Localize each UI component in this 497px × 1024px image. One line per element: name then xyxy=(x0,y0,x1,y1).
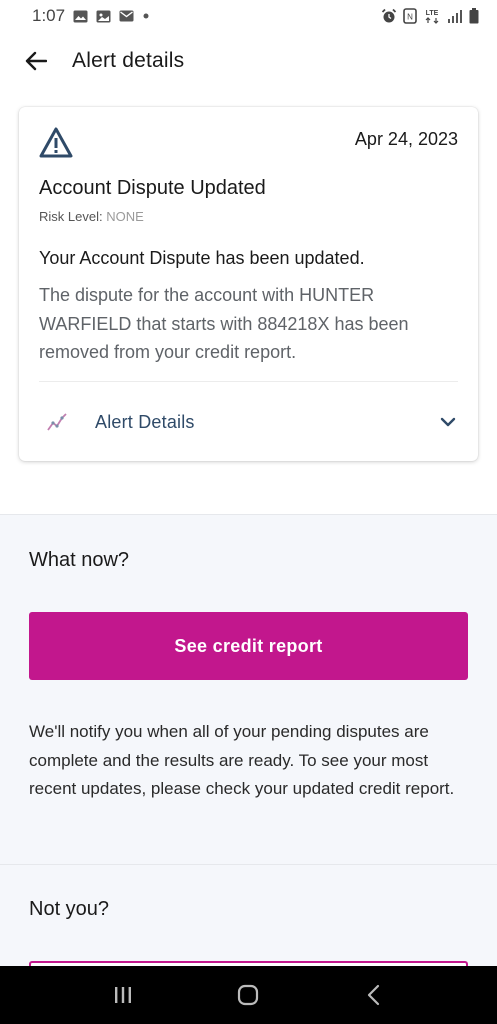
alert-body: The dispute for the account with HUNTER … xyxy=(39,285,409,362)
not-you-section: Not you? xyxy=(0,864,497,981)
arrow-left-icon xyxy=(25,51,47,71)
lte-icon: LTE xyxy=(425,10,439,24)
recent-apps-icon xyxy=(114,987,131,1003)
alert-details-toggle[interactable]: Alert Details xyxy=(19,383,478,461)
mail-icon xyxy=(119,10,134,22)
signal-icon xyxy=(448,10,462,23)
risk-level-label: Risk Level: xyxy=(39,209,103,224)
status-time: 1:07 xyxy=(32,6,66,25)
status-bar: 1:07 N LTE xyxy=(0,0,497,32)
alert-title: Account Dispute Updated xyxy=(39,177,266,199)
see-credit-report-button[interactable]: See credit report xyxy=(29,612,468,680)
alert-details-label: Alert Details xyxy=(95,411,195,432)
alert-card: Apr 24, 2023 Account Dispute Updated Ris… xyxy=(19,107,478,461)
system-nav-bar xyxy=(0,966,497,1024)
app-header: Alert details xyxy=(0,32,497,90)
not-you-title: Not you? xyxy=(29,898,110,920)
alert-date: Apr 24, 2023 xyxy=(354,129,458,149)
notify-text: We'll notify you when all of your pendin… xyxy=(29,722,455,798)
home-button[interactable] xyxy=(228,975,268,1015)
back-nav-button[interactable] xyxy=(354,975,394,1015)
card-divider xyxy=(39,381,458,382)
dot-icon xyxy=(143,13,149,19)
risk-level: Risk Level: NONE xyxy=(39,209,144,224)
svg-text:N: N xyxy=(407,13,413,22)
what-now-section: What now? See credit report We'll notify… xyxy=(0,514,497,864)
recent-apps-button[interactable] xyxy=(103,975,143,1015)
image-icon xyxy=(73,10,88,22)
trend-chart-icon xyxy=(47,413,67,431)
back-nav-icon xyxy=(368,984,380,1006)
warning-icon xyxy=(39,127,73,158)
gallery-icon xyxy=(96,10,111,22)
chevron-down-icon xyxy=(440,417,456,427)
battery-icon xyxy=(469,8,479,24)
home-icon xyxy=(238,984,259,1006)
risk-level-value: NONE xyxy=(106,209,144,224)
page-title: Alert details xyxy=(72,49,185,72)
alarm-icon xyxy=(381,8,397,23)
back-button[interactable] xyxy=(16,41,56,81)
svg-text:LTE: LTE xyxy=(426,10,439,17)
nfc-icon: N xyxy=(403,8,417,24)
alert-summary: Your Account Dispute has been updated. xyxy=(39,248,365,268)
what-now-title: What now? xyxy=(29,549,130,571)
